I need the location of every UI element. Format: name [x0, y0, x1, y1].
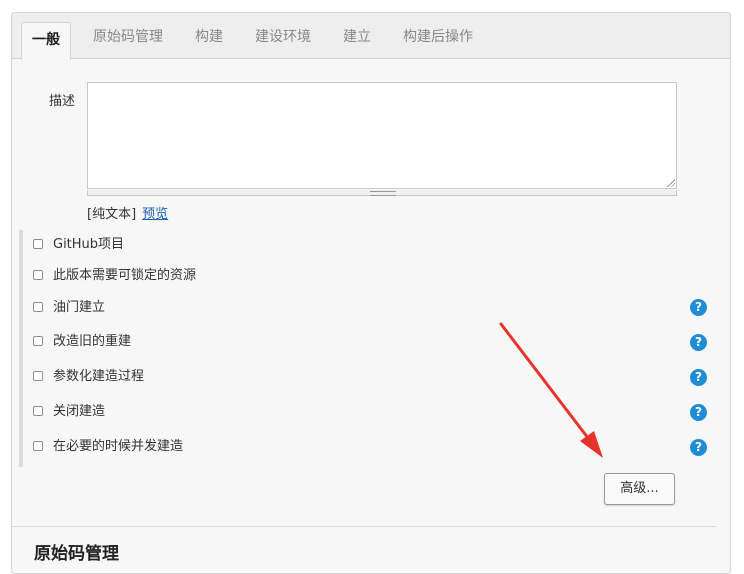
arrow-head — [580, 431, 603, 458]
annotation-arrow-icon — [499, 322, 603, 458]
arrow-shaft — [499, 322, 590, 440]
